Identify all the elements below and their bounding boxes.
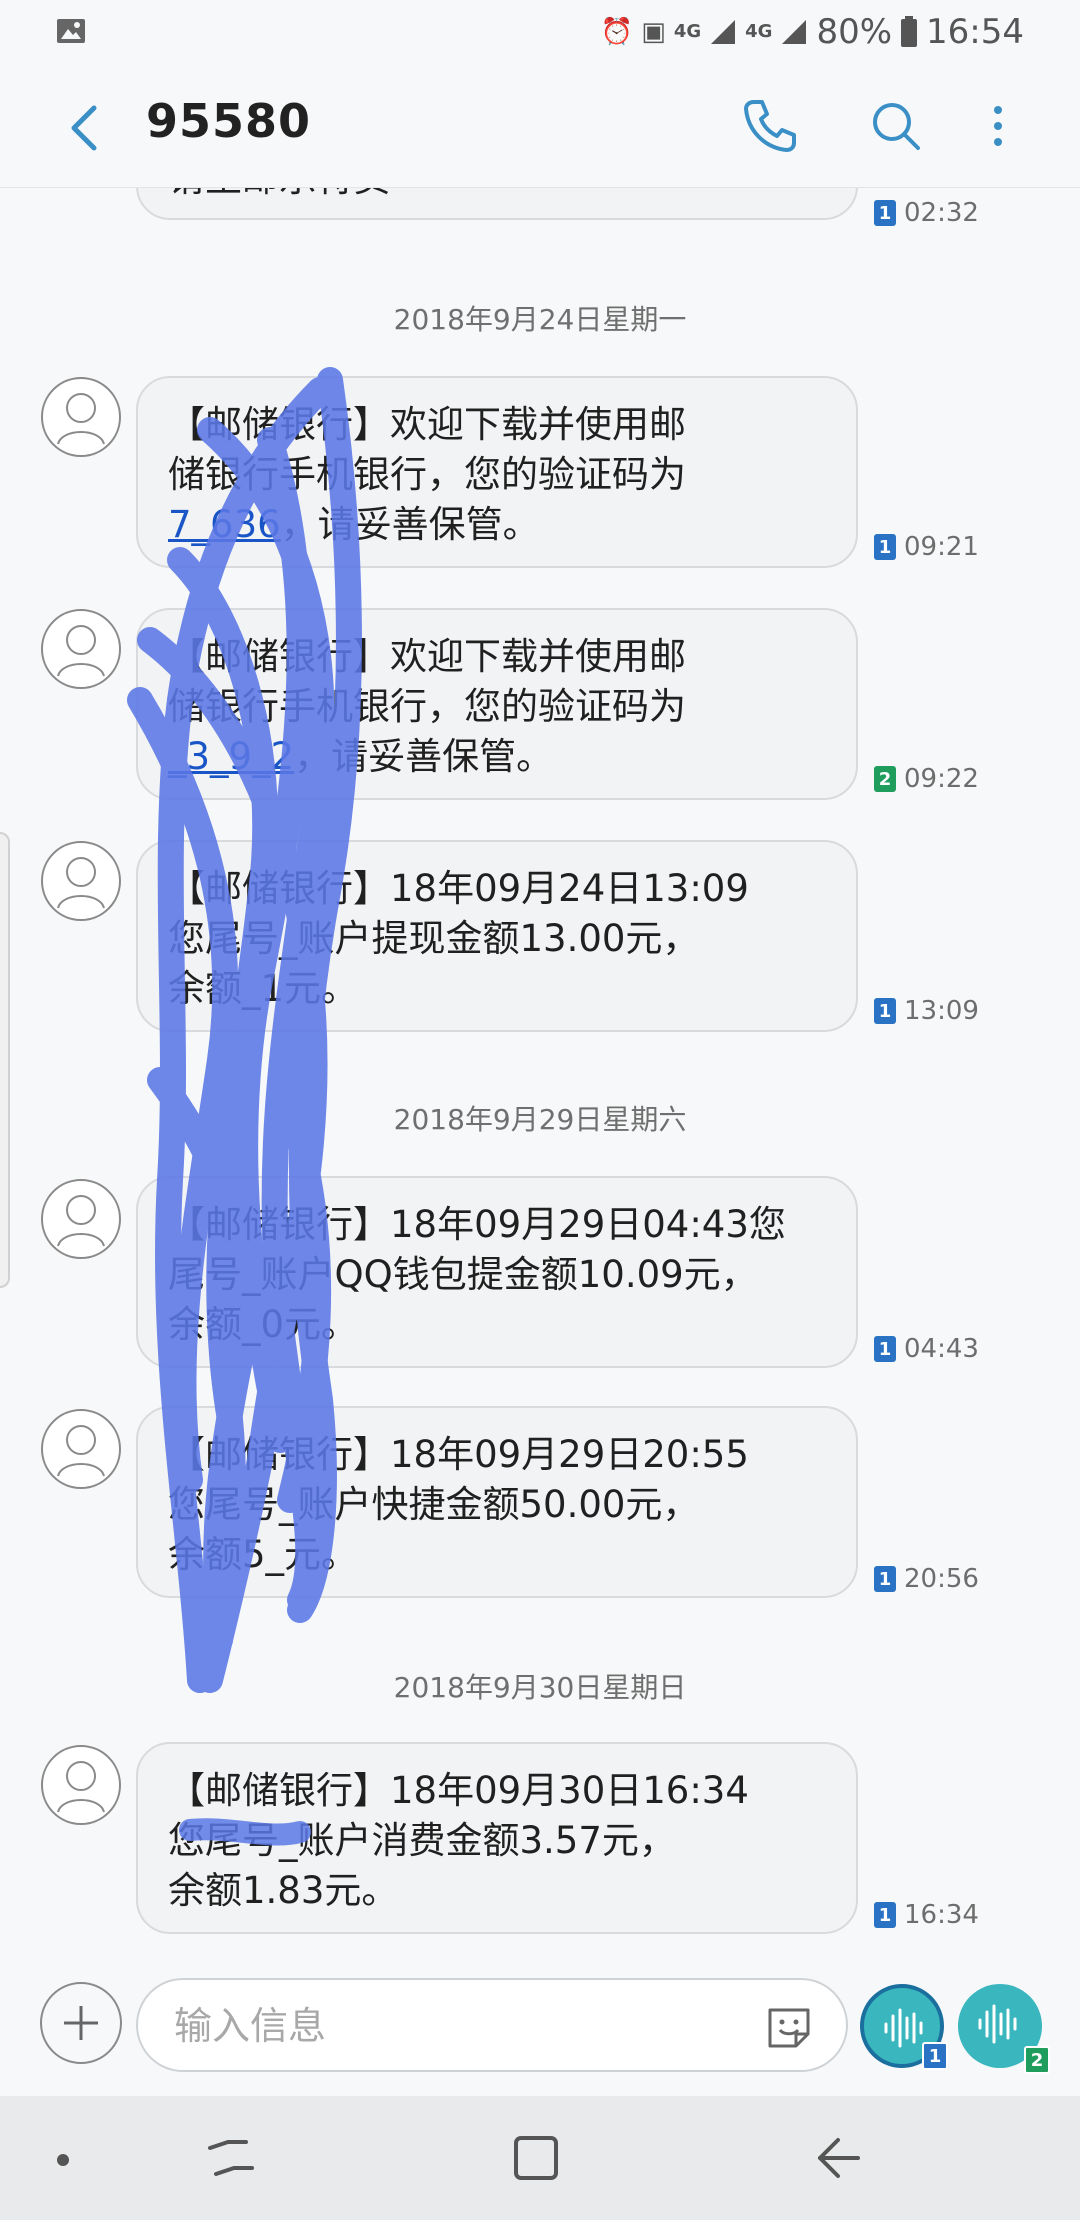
message-meta: 1 04:43 — [874, 1334, 979, 1364]
message-time: 04:43 — [904, 1334, 979, 1364]
message-time: 09:22 — [904, 764, 979, 794]
message-bubble[interactable]: 【邮储银行】欢迎下载并使用邮 储银行手机银行，您的验证码为 _3_9_2，请妥善… — [136, 608, 858, 800]
battery-percent: 80% — [816, 12, 893, 52]
message-line: 【邮储银行】18年09月24日13:09 — [168, 867, 749, 910]
message-meta: 1 16:34 — [874, 1900, 979, 1930]
sim-badge: 1 — [922, 2042, 948, 2070]
sim-badge: 1 — [874, 200, 896, 226]
sim-badge: 1 — [874, 1902, 896, 1928]
network-type-1: 4G — [673, 21, 702, 42]
message-bubble[interactable]: 【邮储银行】欢迎下载并使用邮 储银行手机银行，您的验证码为 7_636，请妥善保… — [136, 376, 858, 568]
app-bar: 95580 — [0, 64, 1080, 188]
gallery-notification-icon — [56, 16, 86, 50]
message-input[interactable] — [174, 1994, 734, 2058]
message-time: 09:21 — [904, 532, 979, 562]
message-line: 尾号_账户QQ钱包提金额10.09元， — [168, 1253, 758, 1296]
message-line: 您尾号_账户消费金额3.57元， — [168, 1819, 676, 1862]
back-icon[interactable] — [812, 2134, 862, 2186]
search-icon[interactable] — [866, 96, 926, 156]
phone-icon[interactable] — [740, 96, 800, 156]
message-line: 余额5_元。 — [168, 1533, 359, 1576]
nav-dot-icon — [56, 2152, 70, 2171]
message-time: 13:09 — [904, 996, 979, 1026]
avatar[interactable] — [40, 1178, 122, 1260]
message-time: 16:34 — [904, 1900, 979, 1930]
more-vertical-icon[interactable] — [978, 96, 1018, 156]
message-meta: 1 02:32 — [874, 198, 979, 228]
message-bubble[interactable]: 【邮储银行】18年09月30日16:34 您尾号_账户消费金额3.57元， 余额… — [136, 1742, 858, 1934]
message-bubble[interactable]: 【邮储银行】18年09月24日13:09 您尾号_账户提现金额13.00元， 余… — [136, 840, 858, 1032]
message-input-box[interactable] — [136, 1978, 848, 2072]
message-line: 【邮储银行】欢迎下载并使用邮 — [168, 635, 686, 678]
verification-code-link[interactable]: 7_636 — [168, 503, 281, 546]
recents-icon[interactable] — [206, 2134, 256, 2186]
message-line: 【邮储银行】欢迎下载并使用邮 — [168, 403, 686, 446]
add-attachment-button[interactable] — [40, 1982, 122, 2064]
sim-badge: 1 — [874, 534, 896, 560]
message-list[interactable]: 请至邮乐特卖 1 02:32 2018年9月24日星期一 【邮储银行】欢迎下载并… — [0, 188, 1080, 1968]
sticker-icon[interactable] — [764, 2002, 814, 2052]
message-line: 您尾号_账户快捷金额50.00元， — [168, 1483, 700, 1526]
clock: 16:54 — [926, 12, 1024, 52]
message-meta: 2 09:22 — [874, 764, 979, 794]
message-meta: 1 20:56 — [874, 1564, 979, 1594]
avatar[interactable] — [40, 1744, 122, 1826]
message-line: 余额_1元。 — [168, 967, 359, 1010]
message-time: 20:56 — [904, 1564, 979, 1594]
message-line: 储银行手机银行，您的验证码为 — [168, 453, 686, 496]
voice-wave-icon — [884, 2008, 923, 2048]
date-separator: 2018年9月29日星期六 — [393, 1103, 687, 1136]
message-line: 请至邮乐特卖 — [168, 188, 828, 204]
compose-bar: 1 2 — [0, 1968, 1080, 2096]
sim-badge: 2 — [874, 766, 896, 792]
message-line: 【邮储银行】18年09月29日20:55 — [168, 1433, 749, 1476]
system-nav-bar — [0, 2096, 1080, 2220]
avatar[interactable] — [40, 840, 122, 922]
message-line: 您尾号_账户提现金额13.00元， — [168, 917, 700, 960]
sim-badge: 1 — [874, 1566, 896, 1592]
message-line: ，请妥善保管。 — [280, 503, 540, 546]
avatar[interactable] — [40, 608, 122, 690]
voice-wave-icon — [978, 2004, 1017, 2044]
message-line: ，请妥善保管。 — [294, 735, 554, 778]
message-meta: 1 13:09 — [874, 996, 979, 1026]
message-bubble[interactable]: 【邮储银行】18年09月29日04:43您 尾号_账户QQ钱包提金额10.09元… — [136, 1176, 858, 1368]
sim-badge: 1 — [874, 1336, 896, 1362]
message-line: 余额1.83元。 — [168, 1869, 399, 1912]
date-separator: 2018年9月30日星期日 — [393, 1671, 687, 1704]
voice-send-sim2-button[interactable]: 2 — [958, 1984, 1050, 2074]
message-line: 【邮储银行】18年09月30日16:34 — [168, 1769, 749, 1812]
back-arrow-icon[interactable] — [60, 100, 108, 156]
network-type-2: 4G — [745, 21, 773, 42]
message-bubble[interactable]: 【邮储银行】18年09月29日20:55 您尾号_账户快捷金额50.00元， 余… — [136, 1406, 858, 1598]
conversation-title: 95580 — [146, 94, 312, 148]
home-icon[interactable] — [512, 2134, 562, 2186]
voice-send-sim1-button[interactable]: 1 — [860, 1984, 948, 2070]
message-bubble[interactable]: 请至邮乐特卖 — [136, 188, 858, 220]
nfc-icon: ▣ — [641, 17, 666, 47]
message-meta: 1 09:21 — [874, 532, 979, 562]
sim-badge: 1 — [874, 998, 896, 1024]
status-bar: ⏰ ▣ 4G 4G 80% 16:54 — [0, 0, 1080, 64]
alarm-icon: ⏰ — [600, 17, 634, 47]
signal-icon — [711, 20, 736, 44]
verification-code-link[interactable]: _3_9_2 — [168, 735, 294, 778]
avatar[interactable] — [40, 376, 122, 458]
date-separator: 2018年9月24日星期一 — [393, 303, 687, 336]
battery-icon — [901, 16, 918, 47]
message-time: 02:32 — [904, 198, 979, 228]
signal-icon — [782, 20, 807, 44]
message-line: 余额_0元。 — [168, 1303, 359, 1346]
message-line: 【邮储银行】18年09月29日04:43您 — [168, 1203, 786, 1246]
sim-badge: 2 — [1024, 2046, 1050, 2074]
avatar[interactable] — [40, 1408, 122, 1490]
message-line: 储银行手机银行，您的验证码为 — [168, 685, 686, 728]
